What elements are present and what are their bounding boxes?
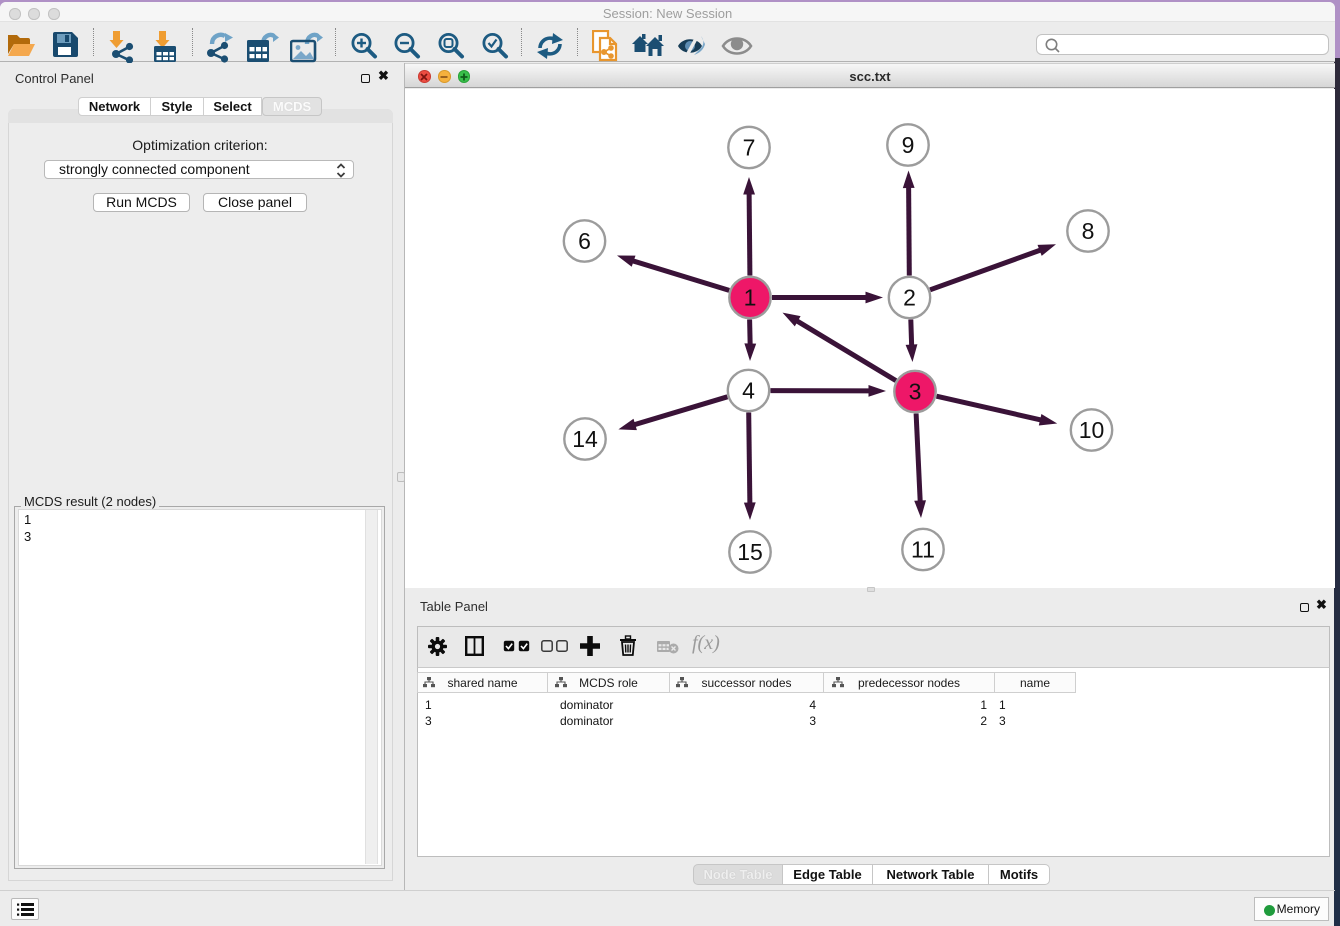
svg-text:7: 7 [743,135,756,161]
svg-text:11: 11 [911,537,935,563]
svg-text:6: 6 [578,228,591,254]
svg-text:14: 14 [572,426,598,452]
svg-text:3: 3 [909,379,922,405]
svg-text:2: 2 [903,285,916,311]
svg-text:10: 10 [1079,417,1105,443]
svg-text:4: 4 [742,378,755,404]
svg-text:15: 15 [737,539,763,565]
svg-text:1: 1 [744,285,757,311]
svg-text:8: 8 [1082,218,1095,244]
svg-text:9: 9 [902,132,915,158]
